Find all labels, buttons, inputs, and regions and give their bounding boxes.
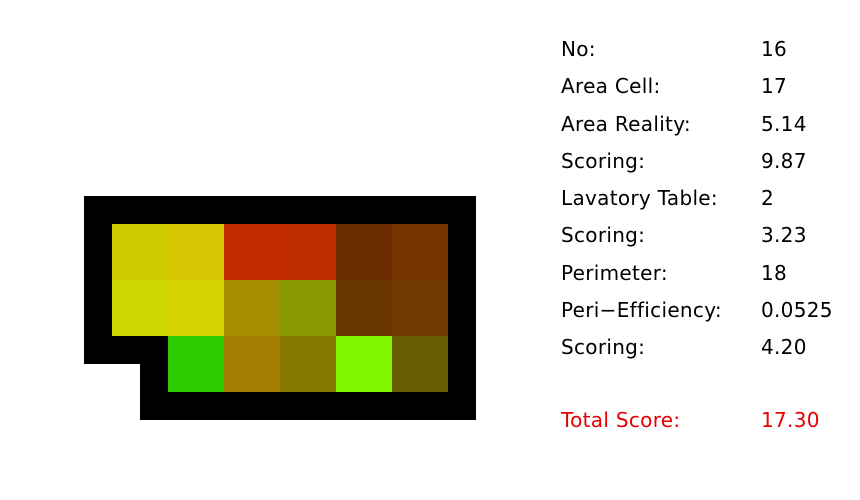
stat-row-perimeter: Perimeter: 18 <box>561 260 851 297</box>
grid-cell <box>168 336 224 392</box>
stat-value: 17 <box>761 74 788 99</box>
stat-row-lavatory-table: Lavatory Table: 2 <box>561 185 851 222</box>
stats-panel: No: 16 Area Cell: 17 Area Reality: 5.14 … <box>561 36 851 372</box>
stat-label: Perimeter: <box>561 260 668 285</box>
stat-row-area-cell: Area Cell: 17 <box>561 73 851 110</box>
stat-label: Scoring: <box>561 223 646 248</box>
grid-cell <box>280 224 336 280</box>
stat-row-scoring-lavatory: Scoring: 3.23 <box>561 222 851 259</box>
grid-cell <box>336 336 392 392</box>
stat-value: 3.23 <box>761 223 807 248</box>
stat-row-scoring-perimeter: Scoring: 4.20 <box>561 334 851 371</box>
stat-value: 16 <box>761 37 788 61</box>
total-score-label: Total Score: <box>561 408 681 432</box>
stat-row-area-reality: Area Reality: 5.14 <box>561 111 851 148</box>
stat-value: 9.87 <box>761 148 807 173</box>
stat-label: Lavatory Table: <box>561 186 718 211</box>
stat-label: Area Cell: <box>561 74 661 99</box>
stat-row-scoring-area: Scoring: 9.87 <box>561 148 851 185</box>
stat-label: Peri−Efficiency: <box>561 298 722 323</box>
stat-label: No: <box>561 37 596 61</box>
total-score-row: Total Score: 17.30 <box>561 407 851 437</box>
grid-cell <box>336 224 392 280</box>
grid-cells <box>84 196 476 420</box>
stat-label: Scoring: <box>561 148 646 173</box>
grid-cell <box>392 280 448 336</box>
grid-cell <box>280 336 336 392</box>
stat-value: 4.20 <box>761 335 807 360</box>
stat-value: 5.14 <box>761 111 807 136</box>
grid-cell <box>224 336 280 392</box>
stat-row-number: No: 16 <box>561 36 851 73</box>
grid-cell <box>392 224 448 280</box>
total-score-value: 17.30 <box>761 408 820 432</box>
grid-cell <box>280 280 336 336</box>
stat-label: Area Reality: <box>561 111 691 136</box>
grid-cell <box>112 224 168 280</box>
stat-value: 2 <box>761 186 775 211</box>
grid-cell <box>224 280 280 336</box>
grid-cell <box>336 280 392 336</box>
stat-value: 0.0525 <box>761 298 833 323</box>
stat-row-peri-efficiency: Peri−Efficiency: 0.0525 <box>561 297 851 334</box>
grid-cell <box>224 224 280 280</box>
grid-cell <box>168 224 224 280</box>
grid-cell <box>168 280 224 336</box>
grid-cell <box>112 280 168 336</box>
stat-value: 18 <box>761 260 788 285</box>
stat-label: Scoring: <box>561 335 646 360</box>
grid-cell <box>392 336 448 392</box>
